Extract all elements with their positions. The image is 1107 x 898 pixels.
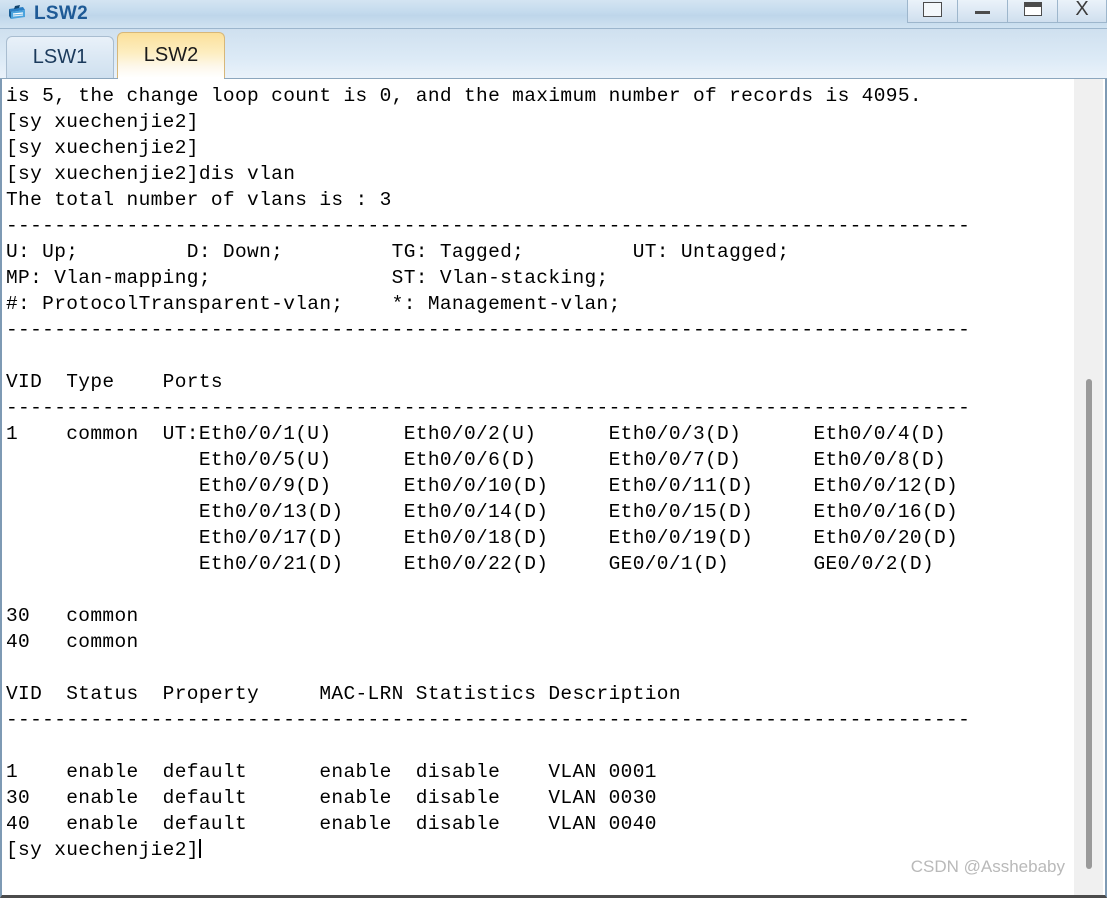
terminal-line: 30 common xyxy=(6,605,139,627)
restore-icon xyxy=(923,1,942,17)
terminal-line: 1 common UT:Eth0/0/1(U) Eth0/0/2(U) Eth0… xyxy=(6,423,947,445)
terminal-line: 30 enable default enable disable VLAN 00… xyxy=(6,787,657,809)
minimize-button[interactable] xyxy=(957,0,1007,23)
tab-lsw1-label: LSW1 xyxy=(32,46,88,68)
maximize-button[interactable] xyxy=(1007,0,1057,23)
text-cursor xyxy=(198,839,201,858)
terminal-line: 40 enable default enable disable VLAN 00… xyxy=(6,813,657,835)
terminal-line: Eth0/0/9(D) Eth0/0/10(D) Eth0/0/11(D) Et… xyxy=(6,475,959,497)
vertical-scrollbar[interactable] xyxy=(1073,79,1103,895)
close-button[interactable]: X xyxy=(1057,0,1107,23)
window-controls: X xyxy=(907,0,1107,29)
terminal-output[interactable]: is 5, the change loop count is 0, and th… xyxy=(2,79,1073,895)
terminal-line: Eth0/0/21(D) Eth0/0/22(D) GE0/0/1(D) GE0… xyxy=(6,553,934,575)
terminal-line: 40 common xyxy=(6,631,139,653)
minimize-icon xyxy=(975,11,990,14)
close-icon: X xyxy=(1075,0,1089,20)
tab-lsw1[interactable]: LSW1 xyxy=(6,36,114,78)
title-bar: LSW2 X xyxy=(0,0,1107,29)
terminal-line: VID Status Property MAC-LRN Statistics D… xyxy=(6,683,681,705)
scrollbar-thumb[interactable] xyxy=(1086,379,1092,869)
terminal-line: VID Type Ports xyxy=(6,371,223,393)
terminal-line: Eth0/0/13(D) Eth0/0/14(D) Eth0/0/15(D) E… xyxy=(6,501,959,523)
terminal-frame: is 5, the change loop count is 0, and th… xyxy=(0,79,1107,898)
window-title: LSW2 xyxy=(34,3,88,24)
restore-button[interactable] xyxy=(907,0,957,23)
terminal-line: [sy xuechenjie2]dis vlan xyxy=(6,163,296,185)
terminal-line: #: ProtocolTransparent-vlan; *: Manageme… xyxy=(6,293,621,315)
emulator-window: LSW2 X LSW1 LSW2 is 5, the change loop c… xyxy=(0,0,1107,898)
terminal-line: [sy xuechenjie2] xyxy=(6,137,199,159)
terminal-line: MP: Vlan-mapping; ST: Vlan-stacking; xyxy=(6,267,609,289)
terminal-line: is 5, the change loop count is 0, and th… xyxy=(6,85,922,107)
tab-bar: LSW1 LSW2 xyxy=(0,29,1107,79)
switch-icon xyxy=(6,4,28,24)
terminal-line: ----------------------------------------… xyxy=(6,319,971,341)
maximize-icon xyxy=(1023,2,1042,16)
terminal-line: [sy xuechenjie2] xyxy=(6,839,201,861)
tab-lsw2[interactable]: LSW2 xyxy=(117,32,225,79)
terminal-line: ----------------------------------------… xyxy=(6,397,971,419)
terminal-line: Eth0/0/17(D) Eth0/0/18(D) Eth0/0/19(D) E… xyxy=(6,527,959,549)
terminal-line: The total number of vlans is : 3 xyxy=(6,189,392,211)
terminal-line: Eth0/0/5(U) Eth0/0/6(D) Eth0/0/7(D) Eth0… xyxy=(6,449,947,471)
terminal-line: ----------------------------------------… xyxy=(6,709,971,731)
terminal-line: ----------------------------------------… xyxy=(6,215,971,237)
terminal-line: [sy xuechenjie2] xyxy=(6,111,199,133)
title-bar-left: LSW2 xyxy=(0,3,907,25)
tab-lsw2-label: LSW2 xyxy=(143,44,199,66)
terminal-line: U: Up; D: Down; TG: Tagged; UT: Untagged… xyxy=(6,241,790,263)
terminal-line: 1 enable default enable disable VLAN 000… xyxy=(6,761,657,783)
